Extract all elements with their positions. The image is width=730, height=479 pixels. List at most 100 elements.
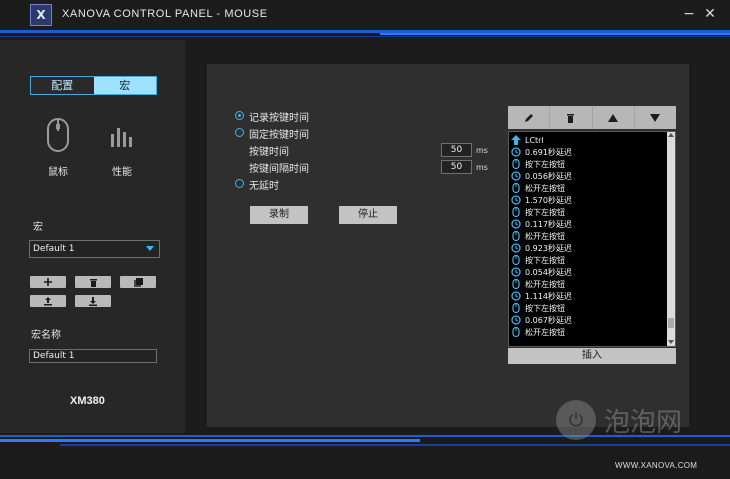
triangle-up-icon [608, 113, 619, 122]
list-item-label: 松开左按钮 [525, 183, 565, 193]
clock-icon [511, 147, 521, 157]
list-item-label: 按下左按钮 [525, 207, 565, 217]
device-model: XM380 [70, 395, 105, 407]
arrow-up-icon [511, 135, 521, 145]
mouse-nav-button[interactable] [46, 118, 70, 155]
macro-select[interactable]: Default 1 [29, 240, 160, 258]
mouse-icon [47, 118, 69, 152]
key-time-unit: ms [476, 146, 488, 155]
scrollbar[interactable] [667, 132, 675, 346]
list-item[interactable]: 按下左按钮 [511, 254, 565, 266]
close-button[interactable]: ✕ [699, 5, 721, 23]
key-interval-input[interactable]: 50 [441, 160, 472, 174]
macro-name-label: 宏名称 [31, 330, 61, 341]
bar-chart-icon [111, 128, 132, 147]
radio-no-delay[interactable] [235, 179, 244, 188]
scroll-up-icon[interactable] [668, 133, 674, 137]
xanova-logo: X [30, 4, 52, 26]
delete-step-button[interactable] [550, 106, 593, 129]
key-interval-unit: ms [476, 163, 488, 172]
list-item[interactable]: 1.570秒延迟 [511, 194, 572, 206]
key-time-label: 按键时间 [249, 147, 289, 158]
list-item-label: 松开左按钮 [525, 279, 565, 289]
list-item[interactable]: 0.054秒延迟 [511, 266, 572, 278]
window-title: XANOVA CONTROL PANEL - MOUSE [62, 8, 268, 20]
footer-url[interactable]: WWW.XANOVA.COM [615, 461, 697, 470]
list-item-label: 0.067秒延迟 [525, 315, 572, 325]
list-item-label: 0.923秒延迟 [525, 243, 572, 253]
scroll-down-icon[interactable] [668, 340, 674, 344]
bottom-stripe-accent [0, 439, 420, 442]
list-item[interactable]: 松开左按钮 [511, 326, 565, 338]
macro-step-list[interactable]: LCtrl 0.691秒延迟 按下左按钮 0.056秒延迟 松开左按钮 1.570秒延迟按… [508, 131, 676, 347]
list-item[interactable]: 按下左按钮 [511, 206, 565, 218]
clock-icon [511, 315, 521, 325]
list-item[interactable]: LCtrl [511, 134, 544, 146]
mouse-nav-label: 鼠标 [48, 167, 68, 178]
list-item-label: 0.117秒延迟 [525, 219, 572, 229]
record-button[interactable]: 录制 [250, 206, 308, 224]
watermark-text: 泡泡网 [604, 407, 683, 438]
list-item[interactable]: 松开左按钮 [511, 182, 565, 194]
list-item[interactable]: 0.067秒延迟 [511, 314, 572, 326]
list-item-label: 按下左按钮 [525, 303, 565, 313]
macro-section-label: 宏 [33, 222, 43, 233]
no-delay-label: 无延时 [249, 181, 279, 192]
radio-record-key-time[interactable] [235, 111, 244, 120]
clock-icon [511, 195, 521, 205]
mouse-icon [511, 183, 521, 193]
mouse-icon [511, 231, 521, 241]
list-item[interactable]: 0.923秒延迟 [511, 242, 572, 254]
tab-config[interactable]: 配置 [31, 77, 94, 94]
radio-fixed-key-time[interactable] [235, 128, 244, 137]
export-macro-button[interactable] [30, 295, 66, 307]
list-item[interactable]: 0.691秒延迟 [511, 146, 572, 158]
list-item[interactable]: 0.056秒延迟 [511, 170, 572, 182]
list-item-label: 按下左按钮 [525, 255, 565, 265]
list-item-label: 按下左按钮 [525, 159, 565, 169]
download-icon [89, 297, 97, 306]
list-item-label: LCtrl [525, 135, 544, 145]
mouse-icon [511, 207, 521, 217]
delete-macro-button[interactable] [75, 276, 111, 288]
mouse-icon [511, 327, 521, 337]
list-item[interactable]: 0.117秒延迟 [511, 218, 572, 230]
import-macro-button[interactable] [75, 295, 111, 307]
trash-icon [89, 278, 97, 287]
macro-name-field[interactable]: Default 1 [29, 349, 157, 363]
edit-button[interactable] [508, 106, 551, 129]
list-item-label: 松开左按钮 [525, 327, 565, 337]
list-item-label: 0.056秒延迟 [525, 171, 572, 181]
upload-icon [44, 297, 52, 306]
macro-list-toolbar [508, 106, 676, 129]
macro-select-value: Default 1 [33, 244, 75, 254]
record-key-time-label: 记录按键时间 [249, 113, 309, 124]
list-item[interactable]: 按下左按钮 [511, 302, 565, 314]
move-down-button[interactable] [635, 106, 676, 129]
add-macro-button[interactable] [30, 276, 66, 288]
list-item-label: 1.114秒延迟 [525, 291, 572, 301]
key-time-input[interactable]: 50 [441, 143, 472, 157]
scrollbar-thumb[interactable] [668, 318, 674, 328]
tab-macro[interactable]: 宏 [93, 77, 156, 94]
performance-nav-button[interactable] [110, 126, 134, 151]
insert-button[interactable]: 插入 [508, 348, 676, 364]
list-item[interactable]: 按下左按钮 [511, 158, 565, 170]
list-item-label: 松开左按钮 [525, 231, 565, 241]
chevron-down-icon [146, 246, 154, 251]
move-up-button[interactable] [593, 106, 635, 129]
clock-icon [511, 243, 521, 253]
copy-macro-button[interactable] [120, 276, 156, 288]
list-item[interactable]: 1.114秒延迟 [511, 290, 572, 302]
mouse-icon [511, 255, 521, 265]
performance-nav-label: 性能 [112, 167, 132, 178]
clock-icon [511, 267, 521, 277]
pencil-icon [524, 113, 533, 122]
stop-button[interactable]: 停止 [339, 206, 397, 224]
list-item[interactable]: 松开左按钮 [511, 230, 565, 242]
list-item-label: 0.054秒延迟 [525, 267, 572, 277]
list-item-label: 0.691秒延迟 [525, 147, 572, 157]
plus-icon [44, 278, 52, 286]
minimize-button[interactable]: − [678, 5, 700, 23]
list-item[interactable]: 松开左按钮 [511, 278, 565, 290]
